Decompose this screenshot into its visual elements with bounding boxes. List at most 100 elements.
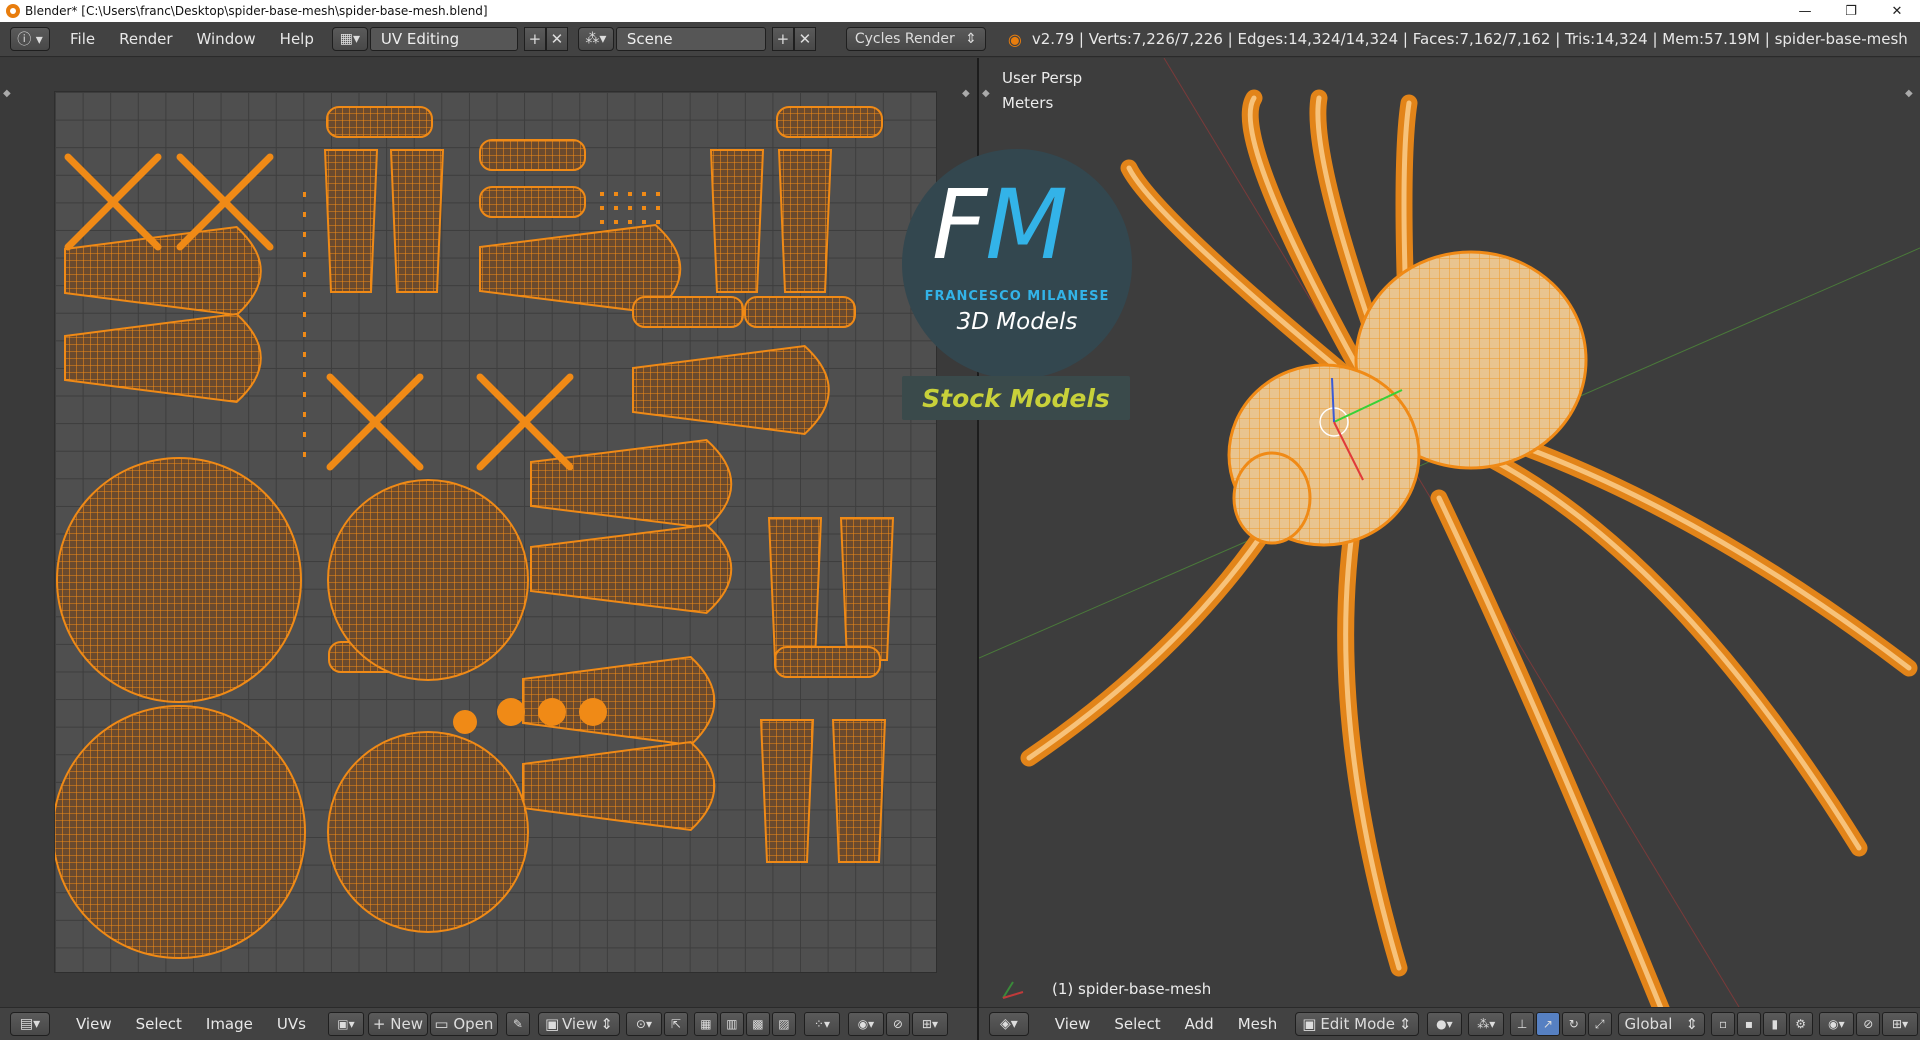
mode-select[interactable]: ▣ Edit Mode ⇕ bbox=[1295, 1012, 1419, 1036]
vp-menu-mesh[interactable]: Mesh bbox=[1226, 1015, 1290, 1033]
plus-icon: + bbox=[372, 1015, 391, 1033]
snap-element-icon[interactable]: ⊞▾ bbox=[1882, 1012, 1918, 1036]
uv-island-body bbox=[327, 731, 529, 933]
restore-button[interactable]: ❐ bbox=[1828, 0, 1874, 22]
render-engine-select[interactable]: Cycles Render ⇕ bbox=[845, 27, 986, 51]
uv-island-dot bbox=[642, 220, 646, 224]
uv-island-foot bbox=[479, 139, 586, 171]
rotate-manipulator-icon[interactable]: ↻ bbox=[1561, 1012, 1586, 1036]
uv-menu-select[interactable]: Select bbox=[124, 1015, 194, 1033]
vertex-mode-icon[interactable]: ▫ bbox=[1711, 1012, 1735, 1036]
uv-island-dot bbox=[303, 412, 306, 417]
uv-island-dot bbox=[303, 312, 306, 317]
uv-island-cross bbox=[476, 373, 574, 471]
face-mode-icon[interactable]: ▮ bbox=[1762, 1012, 1787, 1036]
uv-island-leg-vertical bbox=[777, 149, 833, 293]
snap-icon[interactable]: ⊘ bbox=[885, 1012, 910, 1036]
uv-canvas[interactable] bbox=[54, 91, 937, 973]
shading-icon[interactable]: ●▾ bbox=[1426, 1012, 1463, 1036]
add-scene-button[interactable]: + bbox=[771, 27, 794, 51]
vp-menu-add[interactable]: Add bbox=[1173, 1015, 1226, 1033]
screen-layout-field[interactable]: UV Editing bbox=[369, 27, 518, 51]
view3d-editor-icon[interactable]: ◈▾ bbox=[989, 1012, 1029, 1036]
open-image-button[interactable]: ▭ Open bbox=[429, 1012, 498, 1036]
scene-field[interactable]: Scene bbox=[615, 27, 766, 51]
orientation-select[interactable]: Global ⇕ bbox=[1617, 1012, 1706, 1036]
edge-mode-icon[interactable]: ▪ bbox=[1736, 1012, 1761, 1036]
uv-island-leg-vertical bbox=[323, 149, 379, 293]
uv-island-cross bbox=[326, 373, 424, 471]
menu-render[interactable]: Render bbox=[107, 27, 184, 51]
view-perspective-label: User Persp bbox=[1002, 69, 1083, 87]
window-titlebar: Blender* [C:\Users\franc\Desktop\spider-… bbox=[0, 0, 1920, 22]
render-engine-label: Cycles Render bbox=[854, 31, 955, 47]
close-button[interactable]: ✕ bbox=[1874, 0, 1920, 22]
scene-stats: v2.79 | Verts:7,226/7,226 | Edges:14,324… bbox=[1031, 30, 1908, 48]
view-mode-select[interactable]: ▣ View ⇕ bbox=[537, 1012, 620, 1036]
translate-manipulator-icon[interactable]: ↗ bbox=[1535, 1012, 1560, 1036]
uv-island-dot bbox=[600, 220, 604, 224]
toolshelf-toggle-icon[interactable]: ◆ bbox=[3, 88, 11, 99]
uv-islands bbox=[55, 106, 895, 959]
uv-island-dot bbox=[303, 452, 306, 457]
proportional-edit-icon[interactable]: ◉▾ bbox=[1818, 1012, 1855, 1036]
toolshelf-toggle-icon[interactable]: ◆ bbox=[982, 88, 990, 99]
uv-island-cross bbox=[64, 153, 162, 251]
image-browse-icon[interactable]: ▣▾ bbox=[327, 1012, 364, 1036]
remove-scene-button[interactable]: ✕ bbox=[793, 27, 816, 51]
face-select-icon[interactable]: ▩ bbox=[745, 1012, 770, 1036]
minimize-button[interactable]: — bbox=[1782, 0, 1828, 22]
pivot-icon[interactable]: ⊙▾ bbox=[625, 1012, 662, 1036]
edge-select-icon[interactable]: ▥ bbox=[719, 1012, 744, 1036]
snap-icon[interactable]: ⊘ bbox=[1856, 1012, 1881, 1036]
screen-layout-icon[interactable]: ▦▾ bbox=[331, 27, 368, 51]
info-editor-icon[interactable]: ⓘ ▾ bbox=[10, 27, 50, 51]
uv-island-body bbox=[56, 457, 302, 703]
uv-island-dot bbox=[656, 192, 660, 196]
uv-menu-view[interactable]: View bbox=[64, 1015, 124, 1033]
uv-menu-image[interactable]: Image bbox=[194, 1015, 265, 1033]
remove-screen-button[interactable]: ✕ bbox=[545, 27, 568, 51]
proportional-edit-icon[interactable]: ◉▾ bbox=[847, 1012, 884, 1036]
snap-element-icon[interactable]: ⊞▾ bbox=[911, 1012, 948, 1036]
uv-island-eye bbox=[497, 698, 525, 726]
island-select-icon[interactable]: ▨ bbox=[771, 1012, 796, 1036]
menu-window[interactable]: Window bbox=[185, 27, 268, 51]
sticky-selection-icon[interactable]: ⁘▾ bbox=[803, 1012, 840, 1036]
uv-island-dot bbox=[628, 220, 632, 224]
uv-island-dot bbox=[656, 206, 660, 210]
uv-island-leg-vertical bbox=[759, 719, 815, 863]
uv-menu-uvs[interactable]: UVs bbox=[265, 1015, 318, 1033]
uv-island-foot bbox=[744, 296, 856, 328]
uv-island-leg-vertical bbox=[709, 149, 765, 293]
uv-island-leg-vertical bbox=[839, 517, 895, 661]
pin-icon[interactable]: ✎ bbox=[505, 1012, 530, 1036]
scale-manipulator-icon[interactable]: ⤢ bbox=[1587, 1012, 1612, 1036]
manipulator-icon[interactable]: ⊥ bbox=[1510, 1012, 1534, 1036]
vp-menu-select[interactable]: Select bbox=[1102, 1015, 1172, 1033]
uv-editor[interactable]: ◆ ◆ bbox=[0, 58, 977, 1007]
vp-menu-view[interactable]: View bbox=[1043, 1015, 1103, 1033]
occlude-geometry-icon[interactable]: ⚙ bbox=[1788, 1012, 1813, 1036]
chevron-down-icon: ⇕ bbox=[1398, 1015, 1412, 1033]
properties-toggle-icon[interactable]: ◆ bbox=[962, 88, 970, 99]
pivot-point-icon[interactable]: ⁂▾ bbox=[1468, 1012, 1505, 1036]
new-image-button[interactable]: + New bbox=[367, 1012, 428, 1036]
vertex-select-icon[interactable]: ▦ bbox=[693, 1012, 718, 1036]
properties-toggle-icon[interactable]: ◆ bbox=[1905, 88, 1913, 99]
uv-island-foot bbox=[326, 106, 433, 138]
active-object-label: (1) spider-base-mesh bbox=[1052, 980, 1212, 998]
uv-island-dot bbox=[628, 206, 632, 210]
uv-island-dot bbox=[303, 252, 306, 257]
uv-island-leg-vertical bbox=[831, 719, 887, 863]
uv-island-dot bbox=[614, 192, 618, 196]
menu-file[interactable]: File bbox=[58, 27, 107, 51]
image-editor-icon[interactable]: ▤▾ bbox=[10, 1012, 50, 1036]
scene-icon[interactable]: ⁂▾ bbox=[577, 27, 614, 51]
add-screen-button[interactable]: + bbox=[523, 27, 546, 51]
blender-icon bbox=[6, 4, 20, 18]
uv-island-leg bbox=[529, 523, 733, 615]
menu-help[interactable]: Help bbox=[268, 27, 326, 51]
uv-island-eye bbox=[453, 710, 477, 734]
sync-selection-icon[interactable]: ⇱ bbox=[663, 1012, 688, 1036]
